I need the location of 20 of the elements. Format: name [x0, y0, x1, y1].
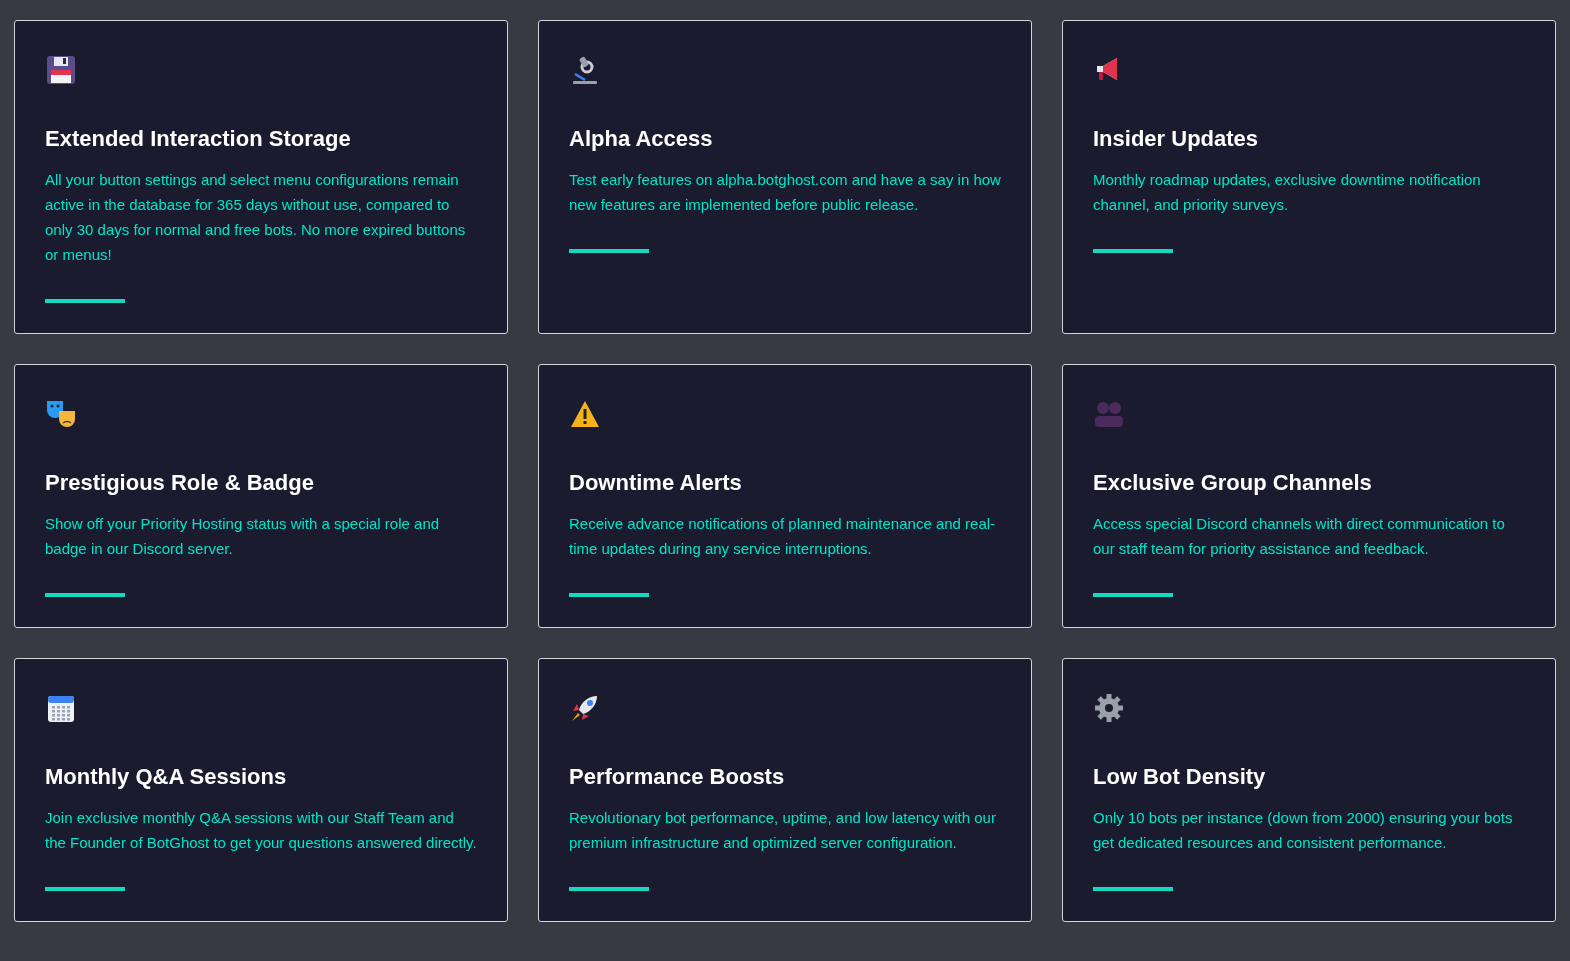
card-description: Revolutionary bot performance, uptime, and low latency with our premium infrastructure and optimized server configuration. [569, 808, 997, 853]
theater-masks-icon [45, 398, 77, 430]
card-description: Receive advance notifications of planned maintenance and real-time updates during any service interruptions. [569, 514, 997, 559]
card-title: Insider Updates [1093, 125, 1260, 153]
card-description: Monthly roadmap updates, exclusive downtime notification channel, and priority surveys. [1093, 170, 1482, 215]
gear-icon [1093, 692, 1125, 724]
card-title: Alpha Access [569, 125, 714, 153]
card-description: All your button settings and select menu configurations remain active in the database for 365 days without use, compared to only 30 days for normal and free bots. No more expired buttons or menus! [45, 170, 467, 265]
card-title: Downtime Alerts [569, 469, 743, 497]
card-title: Extended Interaction Storage [45, 125, 352, 153]
card-title: Performance Boosts [569, 763, 786, 791]
card-description: Join exclusive monthly Q&A sessions with our Staff Team and the Founder of BotGhost to get your questions answered directly. [45, 808, 477, 853]
card-description: Show off your Priority Hosting status with a special role and badge in our Discord server. [45, 514, 441, 559]
card-title: Exclusive Group Channels [1093, 469, 1373, 497]
card-title: Prestigious Role & Badge [45, 469, 315, 497]
card-title: Low Bot Density [1093, 763, 1267, 791]
card-title: Monthly Q&A Sessions [45, 763, 288, 791]
card-description: Test early features on alpha.botghost.com and have a say in how new features are implemented before public release. [569, 170, 1001, 215]
card-description: Only 10 bots per instance (down from 2000) ensuring your bots get dedicated resources and consistent performance. [1093, 808, 1514, 853]
card-description: Access special Discord channels with direct communication to our staff team for priority assistance and feedback. [1093, 514, 1506, 559]
